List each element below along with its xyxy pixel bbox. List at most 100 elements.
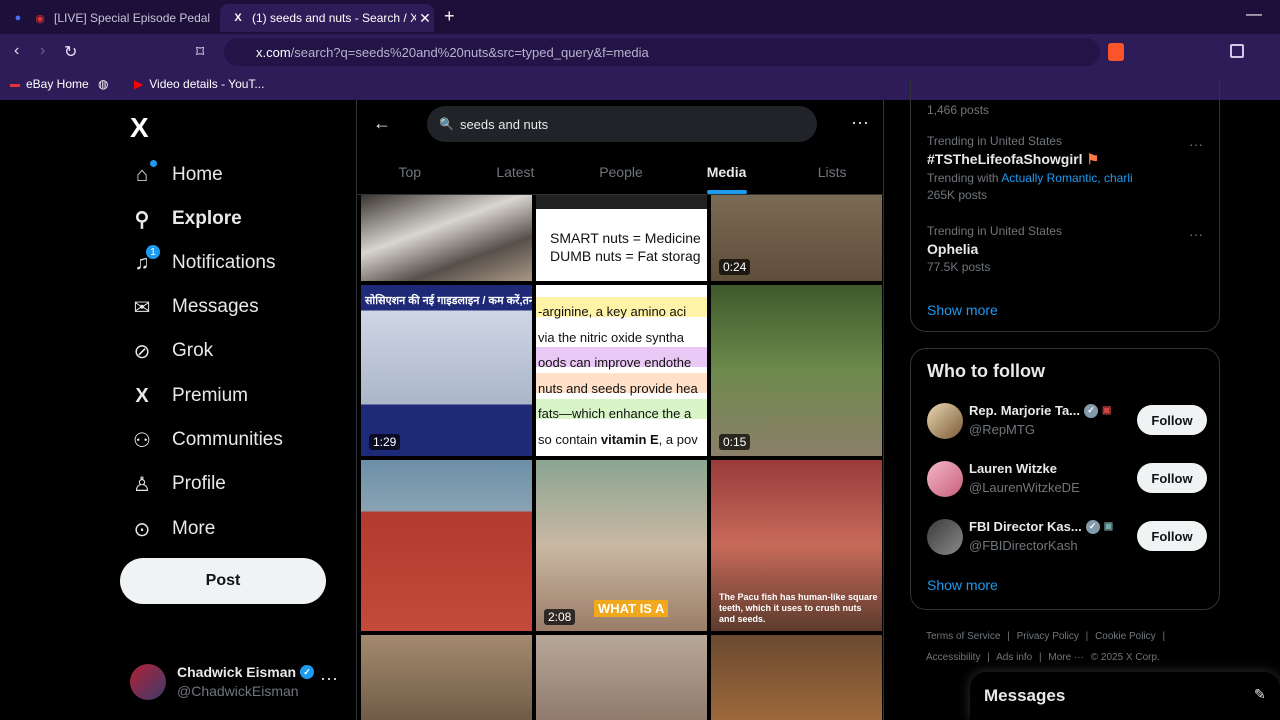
media-tile[interactable]: सोसिएशन की नई गाइडलाइन / कम करें,तनाव घट… (361, 285, 532, 456)
trend-context: Trending in United States (927, 134, 1062, 148)
footer-link[interactable]: Accessibility (926, 652, 980, 663)
bookmark-icon[interactable]: ⌑ (196, 42, 204, 62)
user-handle: @FBIDirectorKash (969, 538, 1078, 553)
minimize-window-button[interactable]: — (1246, 6, 1262, 24)
trend-context: Trending in United States (927, 224, 1062, 238)
follow-button[interactable]: Follow (1137, 463, 1207, 493)
nav-grok[interactable]: ⊘ Grok (130, 331, 214, 371)
media-tile[interactable] (361, 460, 532, 631)
trend-related-links[interactable]: Actually Romantic, charli (1001, 171, 1132, 185)
tab-media[interactable]: Media (674, 155, 780, 194)
media-tile[interactable]: The Pacu fish has human-like square teet… (711, 460, 882, 631)
media-caption: The Pacu fish has human-like square teet… (719, 592, 878, 624)
bookmark-label: Video details - YouT... (149, 77, 265, 91)
trend-more-icon[interactable]: ··· (1189, 226, 1203, 242)
footer-link[interactable]: More ··· (1048, 652, 1084, 663)
media-tile[interactable]: -arginine, a key amino aci via the nitric… (536, 285, 707, 456)
tab-latest[interactable]: Latest (463, 155, 569, 194)
messages-drawer[interactable]: Messages ✎ (970, 672, 1280, 720)
media-caption: SMART nuts = Medicine DUMB nuts = Fat st… (550, 230, 701, 264)
bookmark-ebay[interactable]: ▬ eBay Home (10, 77, 89, 91)
new-tab-button[interactable]: + (444, 6, 455, 27)
footer-divider: | (1162, 631, 1166, 642)
account-name-row: Chadwick Eisman ✓ (177, 664, 315, 680)
record-icon: ● (14, 12, 22, 24)
media-tile[interactable]: 0:15 (711, 285, 882, 456)
url-bar[interactable]: x.com/search?q=seeds%20and%20nuts&src=ty… (224, 38, 1100, 66)
user-name-row: Rep. Marjorie Ta... ✓ ▣ (969, 403, 1111, 418)
tab-top[interactable]: Top (357, 155, 463, 194)
trend-item[interactable]: Trending in United States Ophelia 77.5K … (927, 224, 1062, 274)
search-query: seeds and nuts (459, 116, 549, 132)
x-home-logo[interactable]: X (130, 112, 149, 144)
x-icon: X (135, 384, 149, 407)
media-tile[interactable] (361, 195, 532, 281)
follow-button[interactable]: Follow (1137, 521, 1207, 551)
footer-divider: | (1085, 631, 1089, 642)
follow-suggestion[interactable]: FBI Director Kas... ✓ ▣ @FBIDirectorKash F… (927, 517, 1207, 561)
avatar (927, 461, 963, 497)
address-bar-row: ‹ › ↻ ⌑ x.com/search?q=seeds%20and%20nut… (0, 34, 1280, 70)
media-tile[interactable]: 0:24 (711, 195, 882, 281)
tab-people[interactable]: People (568, 155, 674, 194)
account-switcher[interactable]: Chadwick Eisman ✓ @ChadwickEisman ··· (130, 660, 350, 710)
browser-tab-x-search[interactable]: X (1) seeds and nuts - Search / X ✕ (220, 4, 434, 32)
globe-bookmark[interactable]: ◍ (98, 77, 108, 91)
nav-label: Home (172, 164, 223, 185)
user-name-row: Lauren Witzke (969, 461, 1057, 476)
communities-icon: ⚇ (133, 429, 151, 452)
trends-card: 1,466 posts Trending in United States #T… (910, 80, 1220, 332)
trend-item[interactable]: Trending in United States #TSTheLifeofaS… (927, 134, 1133, 202)
nav-home[interactable]: ⌂ Home (130, 155, 223, 195)
user-name: Lauren Witzke (969, 461, 1058, 476)
footer-link[interactable]: Terms of Service (926, 631, 1000, 642)
nav-more[interactable]: ⊙ More (130, 509, 216, 549)
more-options-icon[interactable]: ··· (851, 112, 869, 133)
reload-icon[interactable]: ↻ (64, 42, 77, 62)
show-more-link[interactable]: Show more (927, 302, 998, 318)
nav-explore[interactable]: ⚲ Explore (130, 199, 242, 239)
right-sidebar: 1,466 posts Trending in United States #T… (910, 80, 1220, 720)
nav-messages[interactable]: ✉ Messages (130, 287, 259, 327)
search-input[interactable]: 🔍 seeds and nuts (427, 106, 817, 142)
post-button[interactable]: Post (120, 558, 326, 604)
footer-divider: | (1007, 631, 1010, 642)
media-tile[interactable] (361, 635, 532, 720)
bookmark-youtube[interactable]: ▶ Video details - YouT... (134, 77, 264, 91)
media-tile[interactable]: SMART nuts = Medicine DUMB nuts = Fat st… (536, 195, 707, 281)
media-tile[interactable] (536, 635, 707, 720)
follow-button[interactable]: Follow (1137, 405, 1207, 435)
more-circle-icon: ⊙ (133, 518, 151, 541)
envelope-icon: ✉ (133, 296, 151, 319)
browser-tab-live[interactable]: ● ◉ [LIVE] Special Episode Pedal T (10, 4, 210, 32)
footer-link[interactable]: Privacy Policy (1017, 631, 1079, 642)
back-arrow-icon[interactable]: ← (373, 113, 391, 134)
nav-profile[interactable]: ♙ Profile (130, 464, 226, 504)
compose-message-icon[interactable]: ✎ (1254, 686, 1266, 703)
close-tab-icon[interactable]: ✕ (416, 10, 434, 27)
nav-communities[interactable]: ⚇ Communities (130, 420, 283, 460)
show-more-link[interactable]: Show more (927, 577, 998, 593)
nav-label: Profile (172, 473, 226, 494)
nav-premium[interactable]: X Premium (130, 376, 248, 416)
footer-link[interactable]: Cookie Policy (1095, 631, 1156, 642)
footer-divider: | (987, 652, 990, 663)
media-tile[interactable] (711, 635, 882, 720)
trend-more-icon[interactable]: ··· (1189, 136, 1203, 152)
forward-arrow-icon[interactable]: › (40, 42, 45, 60)
video-duration: 0:24 (719, 259, 751, 275)
nav-notifications[interactable]: ♫ 1 Notifications (130, 243, 276, 283)
brave-shield-icon[interactable] (1108, 43, 1124, 61)
account-more-icon[interactable]: ··· (320, 668, 338, 689)
follow-suggestion[interactable]: Lauren Witzke @LaurenWitzkeDE Follow (927, 459, 1207, 503)
media-tile[interactable]: WHAT IS A 2:08 (536, 460, 707, 631)
follow-suggestion[interactable]: Rep. Marjorie Ta... ✓ ▣ @RepMTG Follow (927, 401, 1207, 445)
verified-badge-icon: ✓ (1084, 403, 1099, 418)
tab-lists[interactable]: Lists (779, 155, 883, 194)
extensions-icon[interactable] (1230, 44, 1244, 58)
user-name: Rep. Marjorie Ta... (969, 403, 1081, 418)
globe-icon: ◍ (98, 77, 109, 91)
footer-link[interactable]: Ads info (996, 652, 1032, 663)
who-to-follow-card: Who to follow Rep. Marjorie Ta... ✓ ▣ @Rep… (910, 348, 1220, 610)
back-arrow-icon[interactable]: ‹ (14, 42, 19, 60)
